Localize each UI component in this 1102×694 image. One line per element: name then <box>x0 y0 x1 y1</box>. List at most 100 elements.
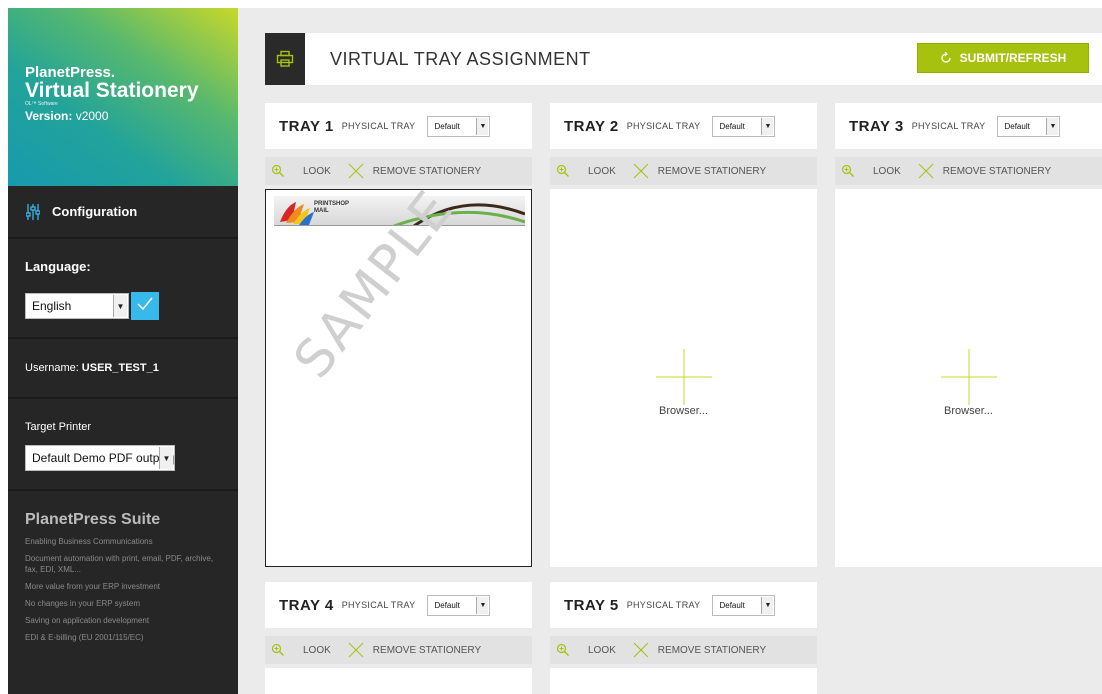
tray-title: TRAY 5 <box>564 596 619 614</box>
physical-tray-select[interactable]: Default ▼ <box>712 594 776 616</box>
language-confirm-button[interactable] <box>131 292 159 320</box>
tray-actions: LOOK REMOVE STATIONERY <box>550 157 817 185</box>
version-info: Version: v2000 <box>25 109 238 123</box>
suite-item: More value from your ERP investment <box>25 582 161 591</box>
chevron-down-icon: ▼ <box>1046 117 1059 135</box>
physical-tray-label: PHYSICAL TRAY <box>911 121 986 131</box>
zoom-in-icon[interactable] <box>556 643 574 657</box>
target-printer-label: Target Printer <box>25 421 92 433</box>
physical-tray-select[interactable]: Default ▼ <box>427 594 491 616</box>
stationery-dropzone[interactable]: Browser... <box>835 189 1102 567</box>
physical-tray-select[interactable]: Default ▼ <box>997 115 1061 137</box>
look-button[interactable]: LOOK <box>588 645 616 656</box>
language-row: English ▼ <box>25 292 238 320</box>
physical-tray-value: Default <box>719 121 745 131</box>
printer-select-value: Default Demo PDF output p <box>32 451 175 465</box>
zoom-in-icon[interactable] <box>271 164 289 178</box>
browse-button[interactable]: Browser... <box>835 405 1102 417</box>
tray-actions: LOOK REMOVE STATIONERY <box>265 636 532 664</box>
physical-tray-value: Default <box>434 600 460 610</box>
chevron-down-icon: ▼ <box>476 596 489 614</box>
configuration-header[interactable]: Configuration <box>8 186 238 239</box>
tray-card-4: TRAY 4 PHYSICAL TRAY Default ▼ LOOK REMO… <box>265 582 532 694</box>
physical-tray-label: PHYSICAL TRAY <box>626 600 701 610</box>
tray-header: TRAY 1 PHYSICAL TRAY Default ▼ <box>265 103 532 149</box>
close-icon[interactable] <box>347 641 365 659</box>
app-window: PlanetPress. Virtual Stationery OL™ Soft… <box>0 0 1102 694</box>
tray-header: TRAY 4 PHYSICAL TRAY Default ▼ <box>265 582 532 628</box>
close-icon[interactable] <box>347 162 365 180</box>
tray-title: TRAY 4 <box>279 596 334 614</box>
suite-item: Enabling Business Communications <box>25 537 153 546</box>
remove-stationery-button[interactable]: REMOVE STATIONERY <box>373 166 481 177</box>
physical-tray-value: Default <box>434 121 460 131</box>
chevron-down-icon: ▼ <box>113 295 127 317</box>
language-section: Language: English ▼ <box>8 239 238 339</box>
chevron-down-icon: ▼ <box>159 447 173 469</box>
look-button[interactable]: LOOK <box>303 645 331 656</box>
printer-icon <box>265 33 305 85</box>
tray-header: TRAY 2 PHYSICAL TRAY Default ▼ <box>550 103 817 149</box>
suite-item: Document automation with print, email, P… <box>25 554 214 574</box>
physical-tray-select[interactable]: Default ▼ <box>427 115 491 137</box>
look-button[interactable]: LOOK <box>588 166 616 177</box>
zoom-in-icon[interactable] <box>271 643 289 657</box>
tray-actions: LOOK REMOVE STATIONERY <box>550 636 817 664</box>
look-button[interactable]: LOOK <box>303 166 331 177</box>
username-value: USER_TEST_1 <box>81 362 159 374</box>
language-label: Language: <box>25 259 91 274</box>
brand-banner: PlanetPress. Virtual Stationery OL™ Soft… <box>8 8 238 186</box>
page-header: VIRTUAL TRAY ASSIGNMENT SUBMIT/REFRESH <box>265 33 1102 85</box>
stationery-dropzone[interactable] <box>265 668 532 694</box>
close-icon[interactable] <box>632 641 650 659</box>
target-printer-select[interactable]: Default Demo PDF output p ▼ <box>25 445 175 471</box>
tray-title: TRAY 3 <box>849 117 904 135</box>
printer-row: Default Demo PDF output p ▼ <box>25 445 238 471</box>
physical-tray-label: PHYSICAL TRAY <box>341 600 416 610</box>
look-button[interactable]: LOOK <box>873 166 901 177</box>
plus-icon <box>656 349 712 405</box>
suite-item: EDI & E-billing (EU 2001/115/EC) <box>25 633 144 642</box>
stationery-dropzone[interactable] <box>550 668 817 694</box>
tray-card-1: TRAY 1 PHYSICAL TRAY Default ▼ LOOK REMO… <box>265 103 532 567</box>
tray-header: TRAY 3 PHYSICAL TRAY Default ▼ <box>835 103 1102 149</box>
printer-section: Target Printer Default Demo PDF output p… <box>8 399 238 491</box>
remove-stationery-button[interactable]: REMOVE STATIONERY <box>373 645 481 656</box>
zoom-in-icon[interactable] <box>841 164 859 178</box>
tray-title: TRAY 2 <box>564 117 619 135</box>
chevron-down-icon: ▼ <box>476 117 489 135</box>
suite-item: No changes in your ERP system <box>25 599 141 608</box>
tray-header: TRAY 5 PHYSICAL TRAY Default ▼ <box>550 582 817 628</box>
submit-refresh-button[interactable]: SUBMIT/REFRESH <box>917 43 1089 73</box>
remove-stationery-button[interactable]: REMOVE STATIONERY <box>943 166 1051 177</box>
suite-item: Saving on application development <box>25 616 150 625</box>
close-icon[interactable] <box>632 162 650 180</box>
stationery-dropzone[interactable]: Browser... <box>550 189 817 567</box>
tray-actions: LOOK REMOVE STATIONERY <box>265 157 532 185</box>
chevron-down-icon: ▼ <box>761 117 774 135</box>
zoom-in-icon[interactable] <box>556 164 574 178</box>
language-select[interactable]: English ▼ <box>25 293 129 319</box>
physical-tray-select[interactable]: Default ▼ <box>712 115 776 137</box>
version-label: Version: <box>25 109 73 123</box>
sidebar: PlanetPress. Virtual Stationery OL™ Soft… <box>8 8 238 694</box>
tray-card-3: TRAY 3 PHYSICAL TRAY Default ▼ LOOK REMO… <box>835 103 1102 567</box>
plus-icon <box>941 349 997 405</box>
main-content: VIRTUAL TRAY ASSIGNMENT SUBMIT/REFRESH T… <box>238 8 1102 694</box>
submit-refresh-label: SUBMIT/REFRESH <box>959 51 1067 65</box>
sliders-icon <box>25 203 41 220</box>
stationery-logo-text: PRINTSHOP MAIL <box>314 201 349 214</box>
checkmark-icon <box>136 296 154 317</box>
suite-info: PlanetPress Suite Enabling Business Comm… <box>8 491 238 643</box>
remove-stationery-button[interactable]: REMOVE STATIONERY <box>658 645 766 656</box>
remove-stationery-button[interactable]: REMOVE STATIONERY <box>658 166 766 177</box>
stationery-preview[interactable]: PRINTSHOP MAIL SAMPLE <box>265 179 532 567</box>
browse-button[interactable]: Browser... <box>550 405 817 417</box>
close-icon[interactable] <box>917 162 935 180</box>
physical-tray-label: PHYSICAL TRAY <box>626 121 701 131</box>
tray-card-5: TRAY 5 PHYSICAL TRAY Default ▼ LOOK REMO… <box>550 582 817 694</box>
tray-card-2: TRAY 2 PHYSICAL TRAY Default ▼ LOOK REMO… <box>550 103 817 567</box>
physical-tray-value: Default <box>1004 121 1030 131</box>
brand-company: OL™ Software <box>25 101 58 107</box>
language-select-value: English <box>32 299 72 313</box>
